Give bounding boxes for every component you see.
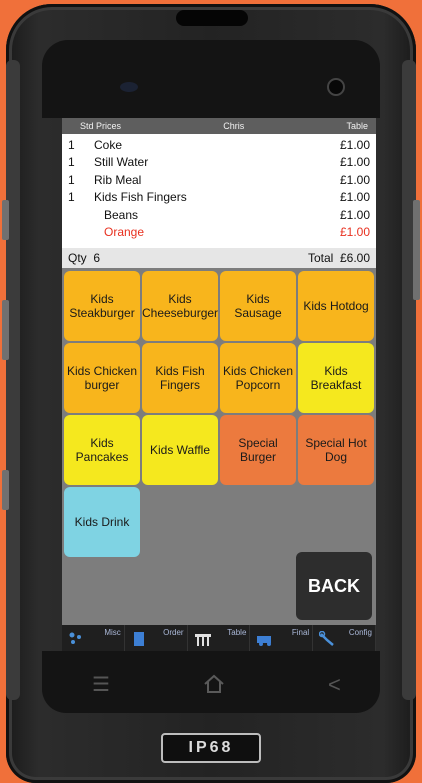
order-item-price: £1.00 bbox=[339, 190, 370, 205]
total-label: Total bbox=[307, 251, 334, 265]
side-button-right[interactable] bbox=[413, 200, 420, 300]
order-item[interactable]: 1 Rib Meal £1.00 bbox=[62, 171, 376, 189]
back-nav-icon[interactable]: < bbox=[328, 672, 341, 698]
order-item-modifier[interactable]: Beans £1.00 bbox=[62, 206, 376, 224]
toolbar-table-label: Table bbox=[227, 628, 247, 637]
order-item-name: Kids Fish Fingers bbox=[94, 190, 187, 205]
final-icon bbox=[257, 636, 272, 646]
menu-item-kids-chicken-popcorn[interactable]: Kids Chicken Popcorn bbox=[220, 343, 296, 413]
order-item-modifier-selected[interactable]: Orange £1.00 bbox=[62, 224, 376, 242]
order-item-name: Coke bbox=[94, 137, 123, 152]
order-item-price: £1.00 bbox=[339, 137, 370, 152]
order-item-price: £1.00 bbox=[339, 172, 370, 187]
menu-item-kids-steakburger[interactable]: Kids Steakburger bbox=[64, 271, 140, 341]
right-bumper bbox=[402, 60, 416, 700]
menu-item-kids-fish-fingers[interactable]: Kids Fish Fingers bbox=[142, 343, 218, 413]
user-name: Chris bbox=[223, 121, 245, 131]
qty-label: Qty bbox=[68, 251, 87, 265]
order-item-qty: 1 bbox=[68, 190, 75, 205]
menu-item-special-hot-dog[interactable]: Special Hot Dog bbox=[298, 415, 374, 485]
menu-item-special-burger[interactable]: Special Burger bbox=[220, 415, 296, 485]
order-item[interactable]: 1 Kids Fish Fingers £1.00 bbox=[62, 189, 376, 207]
toolbar-order-label: Order bbox=[163, 628, 184, 637]
table-label[interactable]: Table bbox=[346, 121, 368, 131]
misc-icon bbox=[69, 632, 81, 644]
menu-grid: Kids Steakburger Kids Cheeseburger Kids … bbox=[62, 268, 376, 588]
order-list: 1 Coke £1.00 1 Still Water £1.00 1 Rib M… bbox=[62, 134, 376, 248]
toolbar-misc[interactable]: Misc bbox=[62, 625, 125, 651]
menu-item-kids-sausage[interactable]: Kids Sausage bbox=[220, 271, 296, 341]
order-item-name: Still Water bbox=[94, 155, 149, 170]
pos-screen: Std Prices Chris Table 1 Coke £1.00 1 St… bbox=[62, 118, 376, 651]
total-summary: Total £6.00 bbox=[308, 251, 370, 265]
bottom-toolbar: Misc Order Table Final Config bbox=[62, 625, 376, 651]
side-button-left-bottom[interactable] bbox=[2, 470, 9, 510]
order-icon bbox=[133, 632, 144, 646]
menu-item-kids-chicken-burger[interactable]: Kids Chicken burger bbox=[64, 343, 140, 413]
table-icon bbox=[194, 634, 211, 646]
order-item-price: £1.00 bbox=[339, 225, 370, 240]
menu-item-kids-drink[interactable]: Kids Drink bbox=[64, 487, 140, 557]
toolbar-misc-label: Misc bbox=[104, 628, 121, 637]
ip68-logo: IP68 bbox=[161, 733, 261, 763]
qty-summary: Qty 6 bbox=[68, 251, 100, 265]
side-button-left-lower[interactable] bbox=[2, 300, 9, 360]
menu-item-kids-pancakes[interactable]: Kids Pancakes bbox=[64, 415, 140, 485]
order-item-name: Beans bbox=[104, 207, 139, 222]
menu-nav-icon[interactable]: ☰ bbox=[92, 672, 110, 697]
qty-value: 6 bbox=[93, 251, 101, 265]
order-item-name: Orange bbox=[104, 225, 145, 240]
order-item-name: Rib Meal bbox=[94, 172, 142, 187]
toolbar-order[interactable]: Order bbox=[125, 625, 188, 651]
order-item-price: £1.00 bbox=[339, 155, 370, 170]
toolbar-config-label: Config bbox=[348, 628, 372, 637]
front-camera bbox=[327, 78, 345, 96]
top-left-bumper bbox=[6, 60, 20, 700]
price-mode: Std Prices bbox=[80, 121, 122, 131]
side-button-left-upper[interactable] bbox=[2, 200, 9, 240]
order-item-qty: 1 bbox=[68, 172, 75, 187]
toolbar-final[interactable]: Final bbox=[250, 625, 314, 651]
order-item-qty: 1 bbox=[68, 155, 75, 170]
menu-item-kids-waffle[interactable]: Kids Waffle bbox=[142, 415, 218, 485]
toolbar-table[interactable]: Table bbox=[188, 625, 251, 651]
menu-item-kids-breakfast[interactable]: Kids Breakfast bbox=[298, 343, 374, 413]
earpiece-speaker bbox=[176, 10, 248, 26]
order-item[interactable]: 1 Still Water £1.00 bbox=[62, 154, 376, 172]
menu-item-kids-hotdog[interactable]: Kids Hotdog bbox=[298, 271, 374, 341]
totals-bar: Qty 6 Total £6.00 bbox=[62, 248, 376, 268]
back-button[interactable]: BACK bbox=[296, 552, 372, 620]
order-item[interactable]: 1 Coke £1.00 bbox=[62, 136, 376, 154]
order-item-qty: 1 bbox=[68, 137, 75, 152]
top-bezel bbox=[42, 40, 380, 118]
menu-item-kids-cheeseburger[interactable]: Kids Cheeseburger bbox=[142, 271, 218, 341]
order-item-price: £1.00 bbox=[339, 207, 370, 222]
toolbar-config[interactable]: Config bbox=[313, 625, 376, 651]
home-nav-icon[interactable] bbox=[202, 672, 226, 696]
proximity-sensor bbox=[120, 82, 138, 92]
toolbar-final-label: Final bbox=[291, 628, 310, 637]
config-icon bbox=[319, 631, 334, 646]
order-header: Std Prices Chris Table bbox=[62, 118, 376, 134]
total-value: £6.00 bbox=[339, 251, 370, 265]
